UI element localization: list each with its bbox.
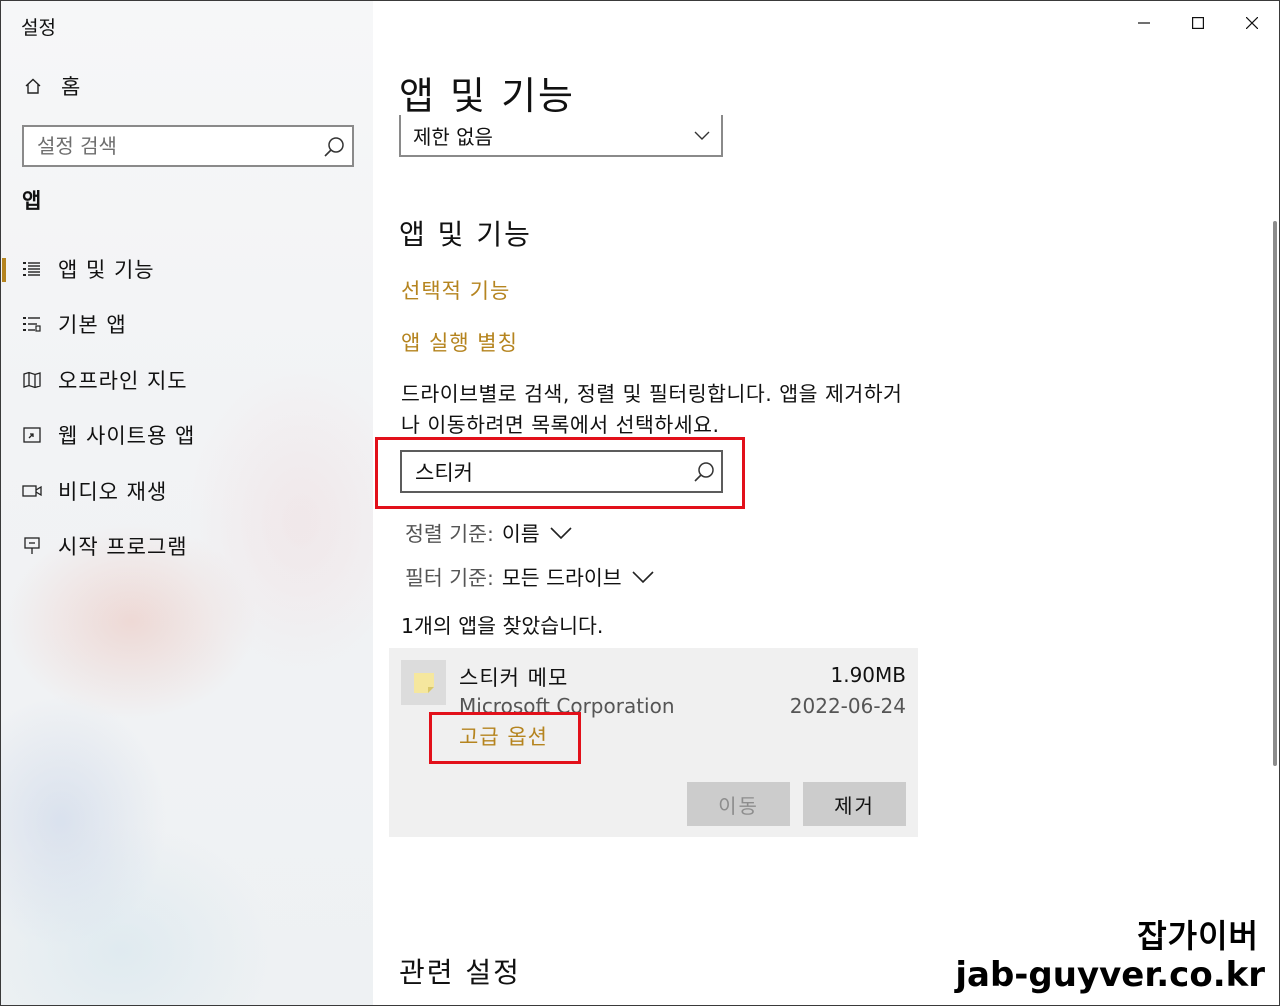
related-settings-heading: 관련 설정 — [399, 956, 521, 989]
settings-search-box[interactable] — [22, 125, 354, 167]
sidebar-item-default-apps[interactable]: 기본 앱 — [1, 297, 373, 353]
minimize-button[interactable] — [1117, 1, 1171, 45]
sidebar-item-label: 비디오 재생 — [58, 479, 168, 504]
limit-dropdown-value: 제한 없음 — [413, 124, 493, 149]
app-install-date: 2022-06-24 — [789, 694, 906, 718]
maximize-button[interactable] — [1171, 1, 1225, 45]
close-icon — [1245, 14, 1259, 33]
sidebar-item-offline-maps[interactable]: 오프라인 지도 — [1, 352, 373, 408]
sidebar-item-label: 앱 및 기능 — [58, 257, 155, 282]
settings-search-input[interactable] — [37, 134, 307, 158]
search-description: 드라이브별로 검색, 정렬 및 필터링합니다. 앱을 제거하거나 이동하려면 목… — [401, 382, 903, 437]
home-nav-item[interactable]: 홈 — [23, 71, 80, 101]
sort-value: 이름 — [501, 522, 540, 546]
sidebar: 설정 홈 앱 앱 및 기능 — [1, 1, 373, 1005]
video-icon — [22, 481, 42, 501]
map-icon — [22, 370, 42, 390]
watermark-url: jab-guyver.co.kr — [955, 955, 1265, 995]
section-title-apps: 앱 — [22, 189, 42, 213]
close-button[interactable] — [1225, 1, 1279, 45]
limit-dropdown[interactable]: 제한 없음 — [399, 115, 723, 157]
sidebar-nav: 앱 및 기능 기본 앱 오프라인 지도 웹 사이트용 앱 비디오 재생 시작 프… — [1, 241, 373, 574]
uninstall-button[interactable]: 제거 — [803, 782, 906, 826]
main-content: 앱 및 기능 제한 없음 앱 및 기능 선택적 기능 앱 실행 별칭 드라이브별… — [373, 1, 1279, 1005]
highlight-box-search — [375, 437, 745, 509]
highlight-box-advanced-options — [429, 712, 581, 764]
filter-dropdown[interactable]: 필터 기준: 모든 드라이브 — [405, 561, 654, 591]
app-name: 스티커 메모 — [459, 666, 569, 690]
sort-label: 정렬 기준: — [405, 522, 494, 546]
home-label: 홈 — [61, 75, 81, 99]
scrollbar[interactable] — [1273, 221, 1277, 766]
sticky-notes-icon — [401, 660, 446, 705]
optional-features-link[interactable]: 선택적 기능 — [401, 275, 510, 305]
sidebar-item-label: 웹 사이트용 앱 — [58, 424, 196, 449]
apps-list-icon — [22, 259, 42, 279]
window-title: 설정 — [21, 17, 56, 39]
watermark-brand: 잡가이버 — [1137, 917, 1259, 955]
default-apps-icon — [22, 314, 42, 334]
sidebar-item-video-playback[interactable]: 비디오 재생 — [1, 463, 373, 519]
page-title: 앱 및 기능 — [399, 74, 575, 118]
app-execution-alias-link[interactable]: 앱 실행 별칭 — [401, 327, 518, 357]
sidebar-item-label: 기본 앱 — [58, 313, 127, 338]
app-size: 1.90MB — [830, 663, 906, 687]
minimize-icon — [1138, 14, 1150, 33]
home-icon — [23, 76, 43, 96]
startup-icon — [22, 536, 42, 556]
section-heading-apps-features: 앱 및 기능 — [399, 218, 532, 251]
settings-window: 설정 홈 앱 앱 및 기능 — [0, 0, 1280, 1006]
filter-value: 모든 드라이브 — [501, 566, 622, 590]
window-controls — [1117, 1, 1279, 45]
sidebar-item-apps-features[interactable]: 앱 및 기능 — [1, 241, 373, 297]
sidebar-item-apps-for-websites[interactable]: 웹 사이트용 앱 — [1, 408, 373, 464]
chevron-down-icon — [550, 521, 572, 545]
move-button[interactable]: 이동 — [687, 782, 790, 826]
chevron-down-icon — [693, 125, 711, 149]
sidebar-item-label: 오프라인 지도 — [58, 368, 188, 393]
sidebar-item-label: 시작 프로그램 — [58, 535, 188, 560]
maximize-icon — [1192, 14, 1205, 33]
chevron-down-icon — [631, 565, 654, 589]
results-count: 1개의 앱을 찾았습니다. — [401, 614, 604, 638]
filter-label: 필터 기준: — [405, 566, 494, 590]
sidebar-item-startup[interactable]: 시작 프로그램 — [1, 519, 373, 575]
website-app-icon — [22, 425, 42, 445]
search-icon[interactable] — [322, 135, 346, 159]
sort-dropdown[interactable]: 정렬 기준: 이름 — [405, 517, 572, 547]
